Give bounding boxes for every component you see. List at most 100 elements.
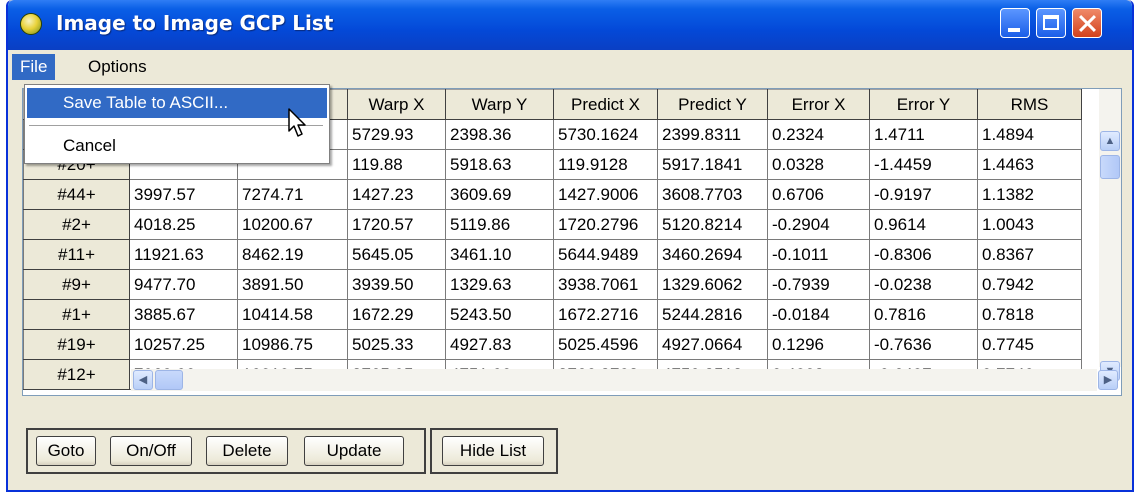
cell-base-y: 10200.67	[237, 209, 348, 240]
cell-error-y: -0.8306	[869, 239, 978, 270]
table-row[interactable]: #11+ 11921.63 8462.19 5645.05 3461.10 5644.94…	[23, 239, 1082, 270]
cell-predict-y: 1329.6062	[657, 269, 768, 300]
cell-base-x: 4018.25	[129, 209, 238, 240]
cell-predict-x: 1672.2716	[553, 299, 658, 330]
cell-base-x: 11921.63	[129, 239, 238, 270]
table-row[interactable]: #2+ 4018.25 10200.67 1720.57 5119.86 1720.279…	[23, 209, 1082, 240]
table-row[interactable]: #44+ 3997.57 7274.71 1427.23 3609.69 1427.900…	[23, 179, 1082, 210]
table-header-rms[interactable]: RMS	[977, 89, 1082, 120]
close-icon[interactable]	[1072, 8, 1102, 38]
cell-warp-y: 3461.10	[445, 239, 554, 270]
cell-rms: 1.4463	[977, 149, 1082, 180]
cell-base-y: 10986.75	[237, 329, 348, 360]
menu-item-save-table[interactable]: Save Table to ASCII...	[27, 88, 327, 118]
cell-error-x: -0.1011	[767, 239, 870, 270]
gcp-list-window: Image to Image GCP List File Options War…	[6, 0, 1134, 492]
cell-warp-y: 1329.63	[445, 269, 554, 300]
row-header[interactable]: #1+	[23, 299, 130, 330]
row-header[interactable]: #11+	[23, 239, 130, 270]
cell-rms: 0.8367	[977, 239, 1082, 270]
cell-rms: 1.1382	[977, 179, 1082, 210]
table-header-predict-x[interactable]: Predict X	[553, 89, 658, 120]
table-row[interactable]: #9+ 9477.70 3891.50 3939.50 1329.63 3938.7061…	[23, 269, 1082, 300]
update-button[interactable]: Update	[304, 436, 404, 466]
cell-predict-x: 1427.9006	[553, 179, 658, 210]
cell-base-x: 3885.67	[129, 299, 238, 330]
table-header-error-y[interactable]: Error Y	[869, 89, 978, 120]
cell-warp-y: 5119.86	[445, 209, 554, 240]
arrow-right-icon[interactable]: ▶	[1098, 370, 1118, 390]
menu-options[interactable]: Options	[82, 54, 153, 80]
mouse-pointer-icon	[288, 108, 306, 137]
cell-base-y: 8462.19	[237, 239, 348, 270]
cell-predict-y: 2399.8311	[657, 119, 768, 150]
table-header-predict-y[interactable]: Predict Y	[657, 89, 768, 120]
cell-warp-x: 5645.05	[347, 239, 446, 270]
cell-rms: 1.0043	[977, 209, 1082, 240]
app-icon	[20, 13, 42, 35]
cell-warp-x: 5025.33	[347, 329, 446, 360]
menu-file[interactable]: File	[12, 54, 56, 80]
window-title: Image to Image GCP List	[56, 11, 334, 35]
horizontal-scrollbar[interactable]: ◀	[131, 369, 1097, 391]
menu-separator	[29, 125, 323, 126]
table-header-warp-y[interactable]: Warp Y	[445, 89, 554, 120]
edit-button-group: Goto On/Off Delete Update	[26, 428, 426, 474]
table-row[interactable]: #19+ 10257.25 10986.75 5025.33 4927.83 5025.4…	[23, 329, 1082, 360]
arrow-left-icon[interactable]: ◀	[133, 370, 153, 390]
cell-error-y: -0.0238	[869, 269, 978, 300]
cell-predict-x: 5730.1624	[553, 119, 658, 150]
cell-warp-x: 1427.23	[347, 179, 446, 210]
cell-warp-y: 5918.63	[445, 149, 554, 180]
row-header[interactable]: #19+	[23, 329, 130, 360]
cell-error-y: 0.7816	[869, 299, 978, 330]
row-header[interactable]: #12+	[23, 359, 130, 390]
cell-predict-x: 3938.7061	[553, 269, 658, 300]
minimize-icon[interactable]	[1000, 8, 1030, 38]
cell-rms: 0.7942	[977, 269, 1082, 300]
cell-error-x: 0.0328	[767, 149, 870, 180]
arrow-up-icon[interactable]: ▲	[1100, 131, 1120, 151]
goto-button[interactable]: Goto	[36, 436, 96, 466]
cell-base-y: 3891.50	[237, 269, 348, 300]
cell-base-x: 3997.57	[129, 179, 238, 210]
cell-error-x: 0.1296	[767, 329, 870, 360]
table-row[interactable]: #1+ 3885.67 10414.58 1672.29 5243.50 1672.271…	[23, 299, 1082, 330]
menu-item-cancel[interactable]: Cancel	[27, 131, 327, 161]
cell-warp-y: 5243.50	[445, 299, 554, 330]
cell-warp-x: 3939.50	[347, 269, 446, 300]
cell-error-y: 1.4711	[869, 119, 978, 150]
cell-warp-y: 3609.69	[445, 179, 554, 210]
title-bar[interactable]: Image to Image GCP List	[8, 0, 1132, 50]
cell-warp-x: 5729.93	[347, 119, 446, 150]
cell-rms: 1.4894	[977, 119, 1082, 150]
cell-warp-y: 2398.36	[445, 119, 554, 150]
cell-error-x: -0.0184	[767, 299, 870, 330]
cell-rms: 0.7818	[977, 299, 1082, 330]
cell-predict-x: 5025.4596	[553, 329, 658, 360]
table-header-warp-x[interactable]: Warp X	[347, 89, 446, 120]
cell-error-y: 0.9614	[869, 209, 978, 240]
horizontal-scroll-thumb[interactable]	[155, 370, 183, 390]
table-header-error-x[interactable]: Error X	[767, 89, 870, 120]
cell-error-y: -0.9197	[869, 179, 978, 210]
cell-predict-x: 119.9128	[553, 149, 658, 180]
cell-base-y: 10414.58	[237, 299, 348, 330]
hide-list-button[interactable]: Hide List	[442, 436, 544, 466]
vertical-scroll-thumb[interactable]	[1100, 155, 1120, 179]
view-button-group: Hide List	[430, 428, 558, 474]
row-header[interactable]: #2+	[23, 209, 130, 240]
cell-base-y: 7274.71	[237, 179, 348, 210]
vertical-scrollbar[interactable]: ▲ ▼	[1099, 89, 1121, 381]
row-header[interactable]: #9+	[23, 269, 130, 300]
cell-predict-y: 5120.8214	[657, 209, 768, 240]
maximize-icon[interactable]	[1036, 8, 1066, 38]
on-off-button[interactable]: On/Off	[110, 436, 192, 466]
cell-predict-y: 3608.7703	[657, 179, 768, 210]
cell-error-x: 0.2324	[767, 119, 870, 150]
delete-button[interactable]: Delete	[206, 436, 288, 466]
row-header[interactable]: #44+	[23, 179, 130, 210]
cell-error-x: 0.6706	[767, 179, 870, 210]
cell-error-y: -1.4459	[869, 149, 978, 180]
cell-rms: 0.7745	[977, 329, 1082, 360]
